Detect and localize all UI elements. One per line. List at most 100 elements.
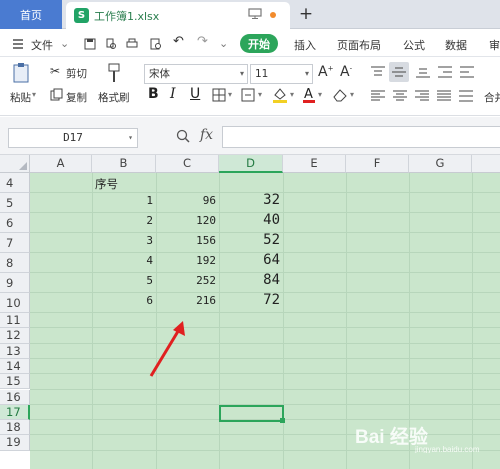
cell-d7[interactable]: 52 [219,232,280,248]
align-center-icon[interactable] [393,90,407,102]
clear-icon[interactable] [332,88,348,102]
row-header-15[interactable]: 15 [0,374,30,390]
column-header-c[interactable]: C [156,155,219,173]
cell-c7[interactable]: 156 [156,234,216,247]
row-header-12[interactable]: 12 [0,328,30,344]
paste-chevron-icon[interactable]: ▾ [32,90,36,99]
row-header-19[interactable]: 19 [0,435,30,451]
print-preview-icon[interactable] [105,38,117,50]
hamburger-icon[interactable] [12,38,24,50]
row-header-8[interactable]: 8 [0,253,30,273]
underline-button[interactable]: U [190,86,200,102]
column-header-h[interactable] [472,155,500,173]
menu-page-layout[interactable]: 页面布局 [337,37,381,53]
zoom-search-icon[interactable] [176,129,190,143]
menu-review[interactable]: 审 [489,37,500,53]
select-all-corner[interactable] [0,155,30,173]
column-header-f[interactable]: F [346,155,409,173]
format-painter-icon[interactable] [105,62,123,84]
paste-button[interactable]: 粘贴 [10,90,31,105]
formula-input[interactable] [222,126,500,148]
format-painter-button[interactable]: 格式刷 [98,90,130,105]
row-header-14[interactable]: 14 [0,358,30,375]
menu-start[interactable]: 开始 [240,34,278,53]
clear-chevron-icon[interactable]: ▾ [350,90,354,99]
scissors-icon[interactable]: ✂ [50,64,60,78]
row-header-6[interactable]: 6 [0,213,30,233]
row-header-18[interactable]: 18 [0,420,30,436]
redo-icon[interactable]: ↷ [197,34,208,49]
more-chevron-icon[interactable]: ⌄ [219,37,228,50]
paste-icon[interactable] [12,62,32,84]
save-icon[interactable] [84,38,96,50]
align-right-icon[interactable] [415,90,429,102]
row-header-4[interactable]: 4 [0,173,30,193]
row-header-7[interactable]: 7 [0,233,30,253]
row-header-16[interactable]: 16 [0,389,30,405]
font-name-select[interactable]: 宋体 ▾ [144,64,248,84]
new-tab-button[interactable]: + [296,4,316,24]
border-chevron-icon[interactable]: ▾ [228,90,232,99]
indent-decrease-icon[interactable] [438,66,452,78]
cut-button[interactable]: 剪切 [66,66,87,81]
monitor-icon[interactable] [248,8,262,19]
column-header-g[interactable]: G [409,155,472,173]
tab-home[interactable]: 首页 [0,0,62,29]
justify-icon[interactable] [437,90,451,102]
column-header-a[interactable]: A [30,155,92,173]
row-header-5[interactable]: 5 [0,193,30,213]
fill-color-icon[interactable] [272,86,288,104]
copy-icon[interactable] [50,88,63,101]
cell-c5[interactable]: 96 [156,194,216,207]
align-bottom-icon[interactable] [416,66,430,78]
font-color-icon[interactable]: A [302,86,316,104]
cell-b8[interactable]: 4 [92,254,153,267]
cell-b7[interactable]: 3 [92,234,153,247]
bold-button[interactable]: B [148,86,159,102]
cell-c8[interactable]: 192 [156,254,216,267]
align-left-icon[interactable] [371,90,385,102]
row-header-9[interactable]: 9 [0,273,30,293]
cell-d6[interactable]: 40 [219,212,280,228]
undo-icon[interactable]: ↶ [173,34,184,49]
column-header-b[interactable]: B [92,155,156,173]
cell-d10[interactable]: 72 [219,292,280,308]
align-middle-button[interactable] [389,62,409,82]
align-top-icon[interactable] [371,66,385,78]
cell-b9[interactable]: 5 [92,274,153,287]
border-icon[interactable] [212,88,226,102]
merge-chevron-icon[interactable]: ▾ [258,90,262,99]
row-header-17[interactable]: 17 [0,404,30,421]
column-header-d[interactable]: D [219,155,283,173]
cell-c6[interactable]: 120 [156,214,216,227]
name-box[interactable]: D17 ▾ [8,128,138,148]
italic-button[interactable]: I [170,86,176,102]
decrease-font-icon[interactable]: A- [340,64,352,80]
distribute-icon[interactable] [459,90,473,102]
cell-d8[interactable]: 64 [219,252,280,268]
row-header-10[interactable]: 10 [0,293,30,313]
print-icon[interactable] [126,38,138,50]
cell-c10[interactable]: 216 [156,294,216,307]
fx-label[interactable]: fx [200,127,213,143]
preview-icon[interactable] [150,38,162,50]
menu-insert[interactable]: 插入 [294,37,316,53]
row-header-11[interactable]: 11 [0,313,30,329]
menu-file[interactable]: 文件 [31,37,53,53]
cell-d5[interactable]: 32 [219,192,280,208]
fill-chevron-icon[interactable]: ▾ [290,90,294,99]
cell-b5[interactable]: 1 [92,194,153,207]
merge-center-button[interactable]: 合并 [484,90,500,105]
font-size-select[interactable]: 11 ▾ [250,64,313,84]
cell-c9[interactable]: 252 [156,274,216,287]
cell-d9[interactable]: 84 [219,272,280,288]
menu-data[interactable]: 数据 [445,37,467,53]
cell-b10[interactable]: 6 [92,294,153,307]
menu-formulas[interactable]: 公式 [403,37,425,53]
cell-b6[interactable]: 2 [92,214,153,227]
active-cell-d17[interactable] [219,405,284,422]
font-color-chevron-icon[interactable]: ▾ [318,90,322,99]
column-header-e[interactable]: E [283,155,346,173]
chevron-down-icon[interactable]: ⌄ [60,37,69,50]
merge-cells-icon[interactable] [241,88,255,102]
